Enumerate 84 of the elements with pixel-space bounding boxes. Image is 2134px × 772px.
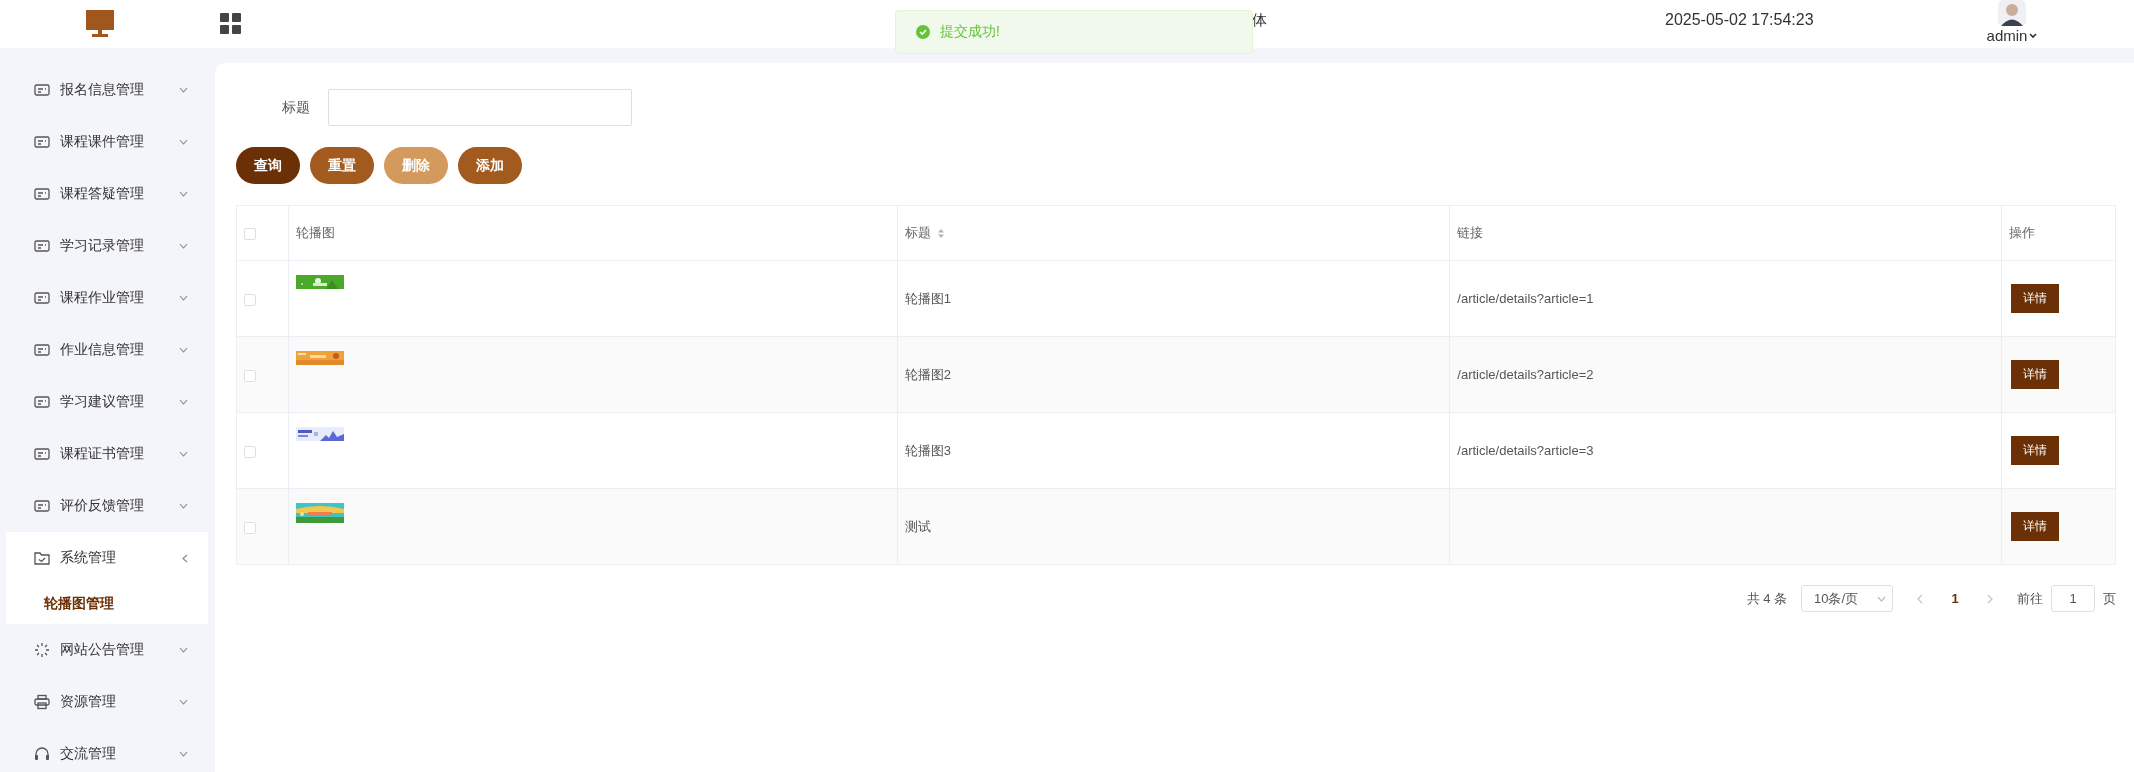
sidebar-item[interactable]: 课程证书管理 [6, 428, 208, 480]
headset-icon [34, 746, 50, 762]
table-cell: 轮播图3 [904, 442, 951, 458]
card-icon [34, 446, 50, 462]
chevron-down-icon [179, 503, 188, 509]
monitor-logo-icon [85, 9, 115, 39]
sidebar-item[interactable]: 课程作业管理 [6, 272, 208, 324]
page-number[interactable]: 1 [1945, 591, 1965, 606]
sidebar-item[interactable]: 课程课件管理 [6, 116, 208, 168]
row-checkbox[interactable] [244, 293, 256, 306]
check-circle-icon [916, 25, 930, 39]
action-button[interactable]: 添加 [458, 147, 522, 184]
chevron-down-icon [179, 451, 188, 457]
card-icon [34, 342, 50, 358]
avatar-icon [1998, 0, 2026, 26]
folder-check-icon [34, 550, 50, 566]
chevron-down-icon [179, 87, 188, 93]
details-button[interactable]: 详情 [2011, 360, 2059, 389]
table-cell: 轮播图1 [904, 290, 951, 306]
chevron-down-icon [179, 751, 188, 757]
column-header: 链接 [1457, 225, 1484, 240]
column-header[interactable]: 标题 [904, 224, 931, 242]
toast-message: 提交成功! [940, 23, 1000, 41]
chevron-down-icon [179, 699, 188, 705]
table-cell: 测试 [904, 518, 931, 534]
card-icon [34, 186, 50, 202]
table-cell: 轮播图2 [904, 366, 951, 382]
page-size-select[interactable]: 10条/页 [1801, 585, 1893, 612]
page-suffix: 页 [2103, 589, 2116, 608]
chevron-down-icon [179, 347, 188, 353]
sidebar-item[interactable]: 网站公告管理 [6, 624, 208, 676]
chevron-down-icon [179, 243, 188, 249]
prev-page-icon[interactable] [1917, 593, 1923, 604]
details-button[interactable]: 详情 [2011, 284, 2059, 313]
card-icon [34, 290, 50, 306]
sidebar-item[interactable]: 评价反馈管理 [6, 480, 208, 532]
chevron-down-icon [179, 191, 188, 197]
column-header: 操作 [2009, 225, 2035, 240]
header-title: 体 [1252, 11, 1267, 30]
card-icon [34, 394, 50, 410]
details-button[interactable]: 详情 [2011, 436, 2059, 465]
printer-icon [34, 694, 50, 710]
sidebar-subitem[interactable]: 轮播图管理 [6, 584, 208, 624]
sidebar-item[interactable]: 课程答疑管理 [6, 168, 208, 220]
datetime-text: 2025-05-02 17:54:23 [1665, 11, 1814, 29]
sidebar-item[interactable]: 作业信息管理 [6, 324, 208, 376]
sidebar-item[interactable]: 学习记录管理 [6, 220, 208, 272]
title-input[interactable] [328, 89, 632, 126]
table-cell: /article/details?article=1 [1457, 291, 1594, 306]
card-icon [34, 238, 50, 254]
sidebar-item[interactable]: 资源管理 [6, 676, 208, 728]
sidebar-item[interactable]: 系统管理 [6, 532, 208, 584]
chevron-left-icon [182, 553, 188, 563]
sidebar-item[interactable]: 学习建议管理 [6, 376, 208, 428]
sidebar-item[interactable]: 交流管理 [6, 728, 208, 772]
row-checkbox[interactable] [244, 521, 256, 534]
card-icon [34, 134, 50, 150]
details-button[interactable]: 详情 [2011, 512, 2059, 541]
chevron-down-icon [1877, 595, 1886, 602]
next-page-icon[interactable] [1987, 593, 1993, 604]
select-all-checkbox[interactable] [244, 228, 256, 241]
user-menu[interactable]: admin [1986, 27, 2038, 44]
card-icon [34, 498, 50, 514]
row-checkbox[interactable] [244, 445, 256, 458]
chevron-down-icon [179, 139, 188, 145]
action-button[interactable]: 重置 [310, 147, 374, 184]
grid-menu-icon[interactable] [220, 13, 242, 35]
goto-label: 前往 [2017, 589, 2043, 608]
row-checkbox[interactable] [244, 369, 256, 382]
sort-icon [936, 227, 945, 239]
search-label: 标题 [282, 98, 310, 117]
action-button[interactable]: 查询 [236, 147, 300, 184]
sidebar-item[interactable]: 报名信息管理 [6, 64, 208, 116]
page-input[interactable]: 1 [2051, 585, 2095, 612]
table-cell: /article/details?article=2 [1457, 367, 1594, 382]
chevron-down-icon [2029, 32, 2038, 39]
chevron-down-icon [179, 647, 188, 653]
chevron-down-icon [179, 399, 188, 405]
chevron-down-icon [179, 295, 188, 301]
column-header: 轮播图 [295, 225, 335, 240]
card-icon [34, 82, 50, 98]
table-cell: /article/details?article=3 [1457, 443, 1594, 458]
total-count: 共 4 条 [1746, 589, 1787, 608]
sparkle-icon [34, 642, 50, 658]
